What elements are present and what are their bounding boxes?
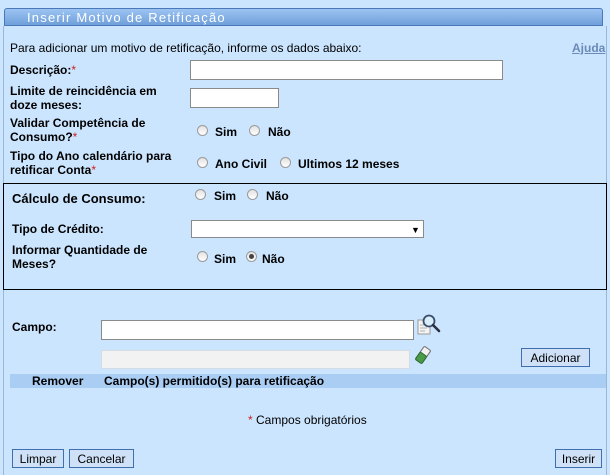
chevron-down-icon: ▼ bbox=[411, 225, 420, 235]
limite-label-line2: doze meses: bbox=[10, 98, 83, 112]
informar-sim-radio[interactable] bbox=[197, 251, 208, 262]
eraser-icon[interactable] bbox=[414, 345, 432, 365]
limite-label-line1: Limite de reincidência em bbox=[10, 84, 157, 98]
validar-sim-radio[interactable] bbox=[197, 125, 208, 136]
tipo-ano-label: Tipo do Ano calendário para retificar Co… bbox=[10, 149, 171, 177]
inserir-button[interactable]: Inserir bbox=[555, 449, 602, 468]
calculo-sim-label: Sim bbox=[214, 189, 237, 203]
informar-nao-label: Não bbox=[262, 252, 285, 266]
required-note: * Campos obrigatórios bbox=[248, 413, 367, 427]
limite-input[interactable] bbox=[190, 88, 279, 108]
calculo-sim-radio[interactable] bbox=[195, 189, 206, 200]
help-link[interactable]: Ajuda bbox=[572, 41, 605, 55]
informar-nao-radio[interactable] bbox=[246, 251, 257, 262]
required-mark: * bbox=[91, 163, 97, 177]
table-header-remover: Remover bbox=[32, 374, 84, 388]
campo-label: Campo: bbox=[12, 320, 57, 334]
ano-civil-radio[interactable] bbox=[197, 157, 208, 168]
ultimos-12-label: Ultimos 12 meses bbox=[298, 157, 400, 171]
limpar-button[interactable]: Limpar bbox=[12, 449, 64, 468]
campo-description-field bbox=[101, 350, 410, 369]
campos-table-header: Remover Campo(s) permitido(s) para retif… bbox=[10, 374, 606, 388]
table-header-campos: Campo(s) permitido(s) para retificação bbox=[104, 374, 325, 388]
ano-civil-label: Ano Civil bbox=[215, 157, 268, 171]
tipo-ano-label-line1: Tipo do Ano calendário para bbox=[10, 149, 172, 163]
required-mark: * bbox=[248, 413, 253, 427]
campo-input[interactable] bbox=[101, 320, 414, 340]
validar-label-line1: Validar Competência de bbox=[10, 116, 146, 130]
limite-label: Limite de reincidência em doze meses: bbox=[10, 84, 157, 112]
informar-quantidade-label: Informar Quantidade de Meses? bbox=[12, 243, 147, 271]
informar-label-line1: Informar Quantidade de bbox=[12, 243, 148, 257]
required-mark: * bbox=[71, 63, 77, 77]
descricao-label: Descrição:* bbox=[10, 63, 76, 77]
title-bar: Inserir Motivo de Retificação bbox=[4, 8, 603, 26]
ultimos-12-radio[interactable] bbox=[280, 157, 291, 168]
tipo-ano-label-line2: retificar Conta bbox=[10, 163, 92, 177]
intro-text: Para adicionar um motivo de retificação,… bbox=[10, 41, 362, 55]
validar-nao-radio[interactable] bbox=[249, 125, 260, 136]
descricao-label-text: Descrição: bbox=[10, 63, 72, 77]
cancelar-button[interactable]: Cancelar bbox=[69, 449, 134, 468]
required-mark: * bbox=[72, 130, 78, 144]
informar-sim-label: Sim bbox=[214, 252, 237, 266]
descricao-input[interactable] bbox=[190, 60, 503, 80]
validar-competencia-label: Validar Competência de Consumo?* bbox=[10, 116, 145, 144]
calculo-consumo-label: Cálculo de Consumo: bbox=[12, 191, 146, 206]
tipo-credito-select[interactable]: ▼ bbox=[191, 220, 424, 238]
page-title: Inserir Motivo de Retificação bbox=[27, 10, 226, 25]
informar-label-line2: Meses? bbox=[12, 257, 57, 271]
validar-label-line2: Consumo? bbox=[10, 130, 73, 144]
search-icon[interactable] bbox=[416, 313, 442, 337]
required-note-text: Campos obrigatórios bbox=[256, 413, 367, 427]
adicionar-button[interactable]: Adicionar bbox=[521, 348, 590, 367]
validar-nao-label: Não bbox=[268, 125, 291, 139]
validar-sim-label: Sim bbox=[215, 125, 238, 139]
calculo-nao-label: Não bbox=[266, 189, 289, 203]
tipo-credito-label: Tipo de Crédito: bbox=[12, 222, 104, 236]
calculo-nao-radio[interactable] bbox=[247, 189, 258, 200]
